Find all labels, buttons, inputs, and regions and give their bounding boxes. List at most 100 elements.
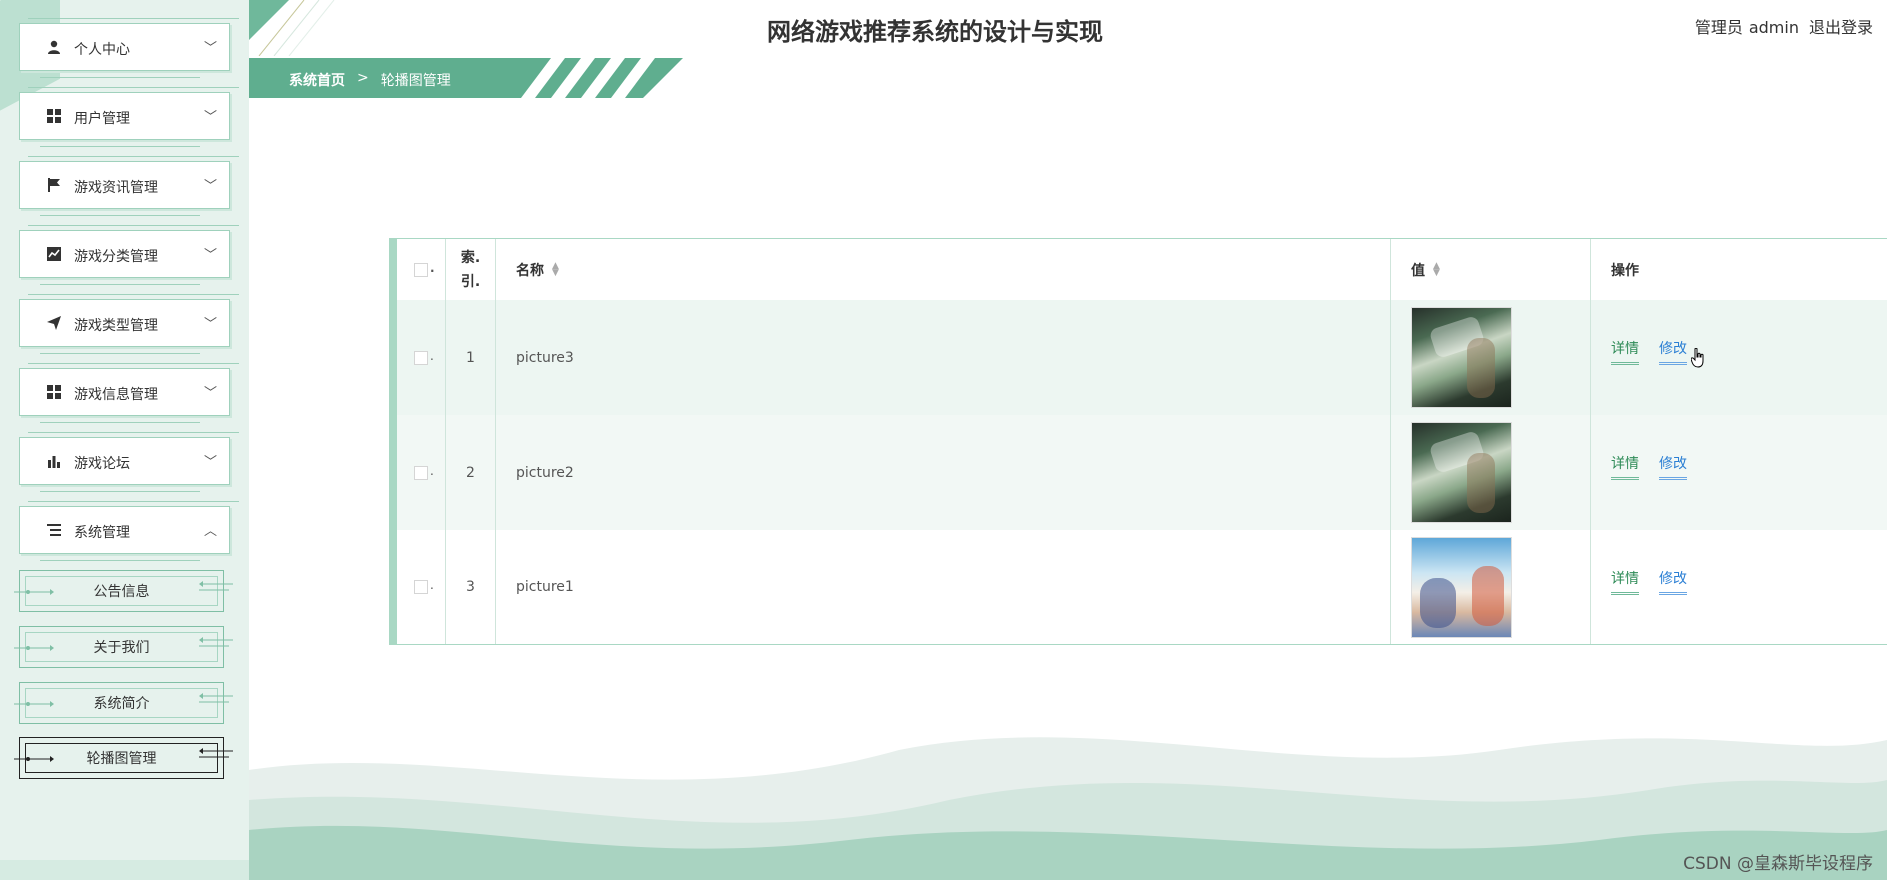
sidebar-subitem-announcements[interactable]: 公告信息: [14, 570, 233, 612]
name-column-header: 名称: [516, 262, 544, 279]
hand-cursor-icon: [1691, 348, 1704, 368]
row-value-cell: [1391, 530, 1591, 644]
row-checkbox[interactable]: [414, 464, 434, 480]
arrow-left-decoration: [14, 756, 54, 762]
sidebar-item-system-management[interactable]: 系统管理 ︿: [19, 501, 239, 561]
sidebar-subitem-system-intro[interactable]: 系统简介: [14, 682, 233, 724]
row-value-cell: [1391, 415, 1591, 530]
breadcrumb-separator: >: [357, 70, 369, 86]
arrow-right-decoration: [199, 693, 233, 703]
grid-icon: [46, 384, 62, 400]
arrow-right-decoration: [199, 748, 233, 758]
edit-button[interactable]: 修改: [1659, 568, 1687, 595]
sidebar-item-label: 用户管理: [74, 111, 130, 127]
top-header: 网络游戏推荐系统的设计与实现 管理员 admin 退出登录: [249, 0, 1887, 56]
chevron-down-icon: ﹀: [203, 248, 217, 263]
arrow-left-decoration: [14, 701, 54, 707]
table-row: 3 picture1 详情 修改: [397, 530, 1887, 644]
chevron-down-icon: ﹀: [203, 179, 217, 194]
row-checkbox-cell: [397, 530, 446, 644]
row-name: picture1: [496, 530, 1391, 644]
edit-button[interactable]: 修改: [1659, 453, 1687, 480]
bar-chart-icon: [46, 453, 62, 469]
sidebar-item-game-forum[interactable]: 游戏论坛 ﹀: [19, 432, 239, 492]
row-checkbox[interactable]: [414, 349, 434, 365]
sidebar-item-label: 个人中心: [74, 42, 130, 58]
row-actions-cell: 详情 修改: [1591, 530, 1887, 644]
sort-icon[interactable]: ▲ ▼: [1433, 261, 1440, 277]
paper-plane-icon: [46, 315, 62, 331]
sidebar-item-game-category[interactable]: 游戏分类管理 ﹀: [19, 225, 239, 285]
header-name-cell[interactable]: 名称 ▲ ▼: [496, 239, 1391, 300]
sidebar-item-label: 游戏信息管理: [74, 387, 158, 403]
sidebar-item-personal-center[interactable]: 个人中心 ﹀: [19, 18, 239, 78]
sidebar-subitem-label: 公告信息: [93, 584, 150, 600]
index-header-line2: 引.: [460, 273, 481, 290]
sidebar-subitem-label: 轮播图管理: [86, 751, 157, 767]
detail-button[interactable]: 详情: [1611, 453, 1639, 480]
trend-chart-icon: [46, 246, 62, 262]
row-name: picture3: [496, 300, 1391, 415]
app-title: 网络游戏推荐系统的设计与实现: [767, 18, 1103, 46]
row-index: 1: [446, 300, 496, 415]
sidebar-item-label: 游戏论坛: [74, 456, 130, 472]
sort-icon[interactable]: ▲ ▼: [552, 261, 559, 277]
header-checkbox-cell: [397, 239, 446, 300]
sidebar-item-game-info[interactable]: 游戏信息管理 ﹀: [19, 363, 239, 423]
row-name: picture2: [496, 415, 1391, 530]
arrow-left-decoration: [14, 589, 54, 595]
sidebar-subitem-label: 关于我们: [93, 640, 150, 656]
flag-icon: [46, 177, 62, 193]
breadcrumb: 系统首页 > 轮播图管理: [289, 70, 451, 90]
list-icon: [46, 522, 62, 538]
sidebar-subitem-label: 系统简介: [93, 696, 150, 712]
header-actions-cell: 操作: [1591, 239, 1887, 300]
row-index: 2: [446, 415, 496, 530]
sidebar-item-game-news[interactable]: 游戏资讯管理 ﹀: [19, 156, 239, 216]
row-image-thumbnail[interactable]: [1411, 307, 1512, 408]
header-value-cell[interactable]: 值 ▲ ▼: [1391, 239, 1591, 300]
row-checkbox-cell: [397, 415, 446, 530]
wave-decoration: [249, 737, 1887, 880]
row-image-thumbnail[interactable]: [1411, 536, 1512, 638]
detail-button[interactable]: 详情: [1611, 568, 1639, 595]
chevron-down-icon: ﹀: [203, 317, 217, 332]
arrow-right-decoration: [199, 637, 233, 647]
actions-column-header: 操作: [1611, 262, 1639, 279]
carousel-table: 索. 引. 名称 ▲▼ 值 ▲▼ 操作 1 picture3 详情 修改 2 pict…: [389, 238, 1887, 645]
logout-button[interactable]: 退出登录: [1809, 18, 1873, 37]
sidebar-subitem-about-us[interactable]: 关于我们: [14, 626, 233, 668]
person-icon: [46, 39, 62, 55]
table-row: 1 picture3 详情 修改: [397, 300, 1887, 415]
sidebar-item-game-type[interactable]: 游戏类型管理 ﹀: [19, 294, 239, 354]
sidebar-decoration: [0, 860, 249, 880]
chevron-down-icon: ﹀: [203, 455, 217, 470]
row-checkbox[interactable]: [414, 578, 434, 594]
sidebar-item-label: 游戏类型管理: [74, 318, 158, 334]
detail-button[interactable]: 详情: [1611, 338, 1639, 365]
arrow-right-decoration: [199, 581, 233, 591]
header-index-cell: 索. 引.: [446, 239, 496, 300]
watermark: CSDN @皇森斯毕设程序: [1683, 854, 1873, 874]
username: admin: [1748, 18, 1799, 37]
sidebar-subitem-carousel-management[interactable]: 轮播图管理: [14, 737, 233, 779]
sidebar-item-label: 系统管理: [74, 525, 130, 541]
row-checkbox-cell: [397, 300, 446, 415]
table-header-row: 索. 引. 名称 ▲▼ 值 ▲▼ 操作: [397, 239, 1887, 300]
chevron-down-icon: ﹀: [203, 386, 217, 401]
sidebar: 个人中心 ﹀ 用户管理 ﹀ 游戏资讯管理 ﹀ 游戏分类管理 ﹀ 游戏类型管理 ﹀…: [0, 0, 249, 880]
chevron-up-icon: ︿: [203, 524, 217, 539]
select-all-checkbox[interactable]: [414, 261, 435, 277]
row-actions-cell: 详情 修改: [1591, 415, 1887, 530]
grid-icon: [46, 108, 62, 124]
user-role: 管理员: [1694, 18, 1743, 37]
edit-button[interactable]: 修改: [1659, 338, 1687, 365]
index-header-line1: 索.: [460, 249, 481, 266]
sidebar-item-user-management[interactable]: 用户管理 ﹀: [19, 87, 239, 147]
sidebar-item-label: 游戏资讯管理: [74, 180, 158, 196]
value-column-header: 值: [1411, 262, 1425, 279]
breadcrumb-home-link[interactable]: 系统首页: [289, 70, 345, 90]
row-actions-cell: 详情 修改: [1591, 300, 1887, 415]
chevron-down-icon: ﹀: [203, 41, 217, 56]
row-image-thumbnail[interactable]: [1411, 422, 1512, 523]
